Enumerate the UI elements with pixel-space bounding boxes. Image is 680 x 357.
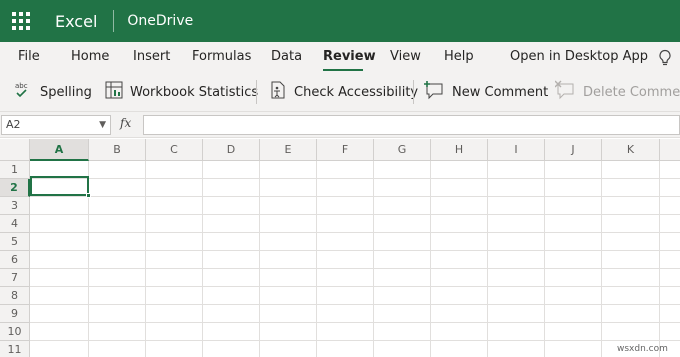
spelling-check-icon: abc [14,80,34,104]
check-accessibility-button[interactable]: Check Accessibility [268,80,419,104]
accessibility-check-icon [268,80,288,104]
row-header-4[interactable]: 4 [0,215,30,233]
check-accessibility-label: Check Accessibility [294,84,419,100]
column-header-i[interactable]: I [488,139,545,161]
gridline [30,304,680,305]
name-box[interactable]: A2 ▼ [1,115,111,135]
open-in-desktop-app-button[interactable]: Open in Desktop App [510,49,648,64]
column-header-h[interactable]: H [431,139,488,161]
select-all-corner[interactable] [0,139,30,161]
column-header-overflow [660,139,680,161]
column-header-f[interactable]: F [317,139,374,161]
gridline [430,161,431,357]
active-tab-indicator [323,69,363,71]
tab-help[interactable]: Help [444,49,474,64]
gridline [601,161,602,357]
column-header-j[interactable]: J [545,139,602,161]
gridline [30,178,680,179]
app-name[interactable]: Excel [55,12,97,31]
gridline [544,161,545,357]
new-comment-label: New Comment [452,84,549,100]
gridline [30,322,680,323]
gridline [202,161,203,357]
active-cell-a2[interactable] [30,176,91,198]
tab-data[interactable]: Data [271,49,302,64]
tab-file[interactable]: File [18,49,40,64]
row-header-1[interactable]: 1 [0,161,30,179]
gridline [30,340,680,341]
tab-home[interactable]: Home [71,49,109,64]
workbook-statistics-button[interactable]: Workbook Statistics [104,80,259,104]
column-header-e[interactable]: E [260,139,317,161]
svg-text:abc: abc [15,82,28,90]
gridline [30,232,680,233]
gridline [30,286,680,287]
spreadsheet-grid[interactable]: A B C D E F G H I J K 1 2 3 4 5 6 7 8 9 … [0,139,680,357]
ribbon-toolbar: abc Spelling Workbook Statistics Check A… [0,72,680,112]
gridline [659,161,660,357]
column-header-d[interactable]: D [203,139,260,161]
tab-insert[interactable]: Insert [133,49,170,64]
watermark-text: wsxdn.com [617,344,668,354]
column-header-g[interactable]: G [374,139,431,161]
row-header-8[interactable]: 8 [0,287,30,305]
gridline [30,196,680,197]
gridline [30,250,680,251]
tab-view[interactable]: View [390,49,421,64]
formula-bar: A2 ▼ fx [0,112,680,138]
new-comment-icon [424,80,446,104]
spelling-button[interactable]: abc Spelling [14,82,92,102]
gridline [30,268,680,269]
gridline [487,161,488,357]
document-location[interactable]: OneDrive [127,13,193,29]
row-header-2[interactable]: 2 [0,179,30,197]
column-header-c[interactable]: C [146,139,203,161]
column-header-k[interactable]: K [602,139,660,161]
row-header-11[interactable]: 11 [0,341,30,357]
row-header-9[interactable]: 9 [0,305,30,323]
gridline [316,161,317,357]
formula-input[interactable] [143,115,680,135]
app-launcher-button[interactable] [0,0,42,42]
column-header-a[interactable]: A [30,139,89,161]
row-header-3[interactable]: 3 [0,197,30,215]
delete-comment-icon [554,80,577,104]
column-header-b[interactable]: B [89,139,146,161]
title-bar: Excel OneDrive [0,0,680,42]
row-header-5[interactable]: 5 [0,233,30,251]
spelling-label: Spelling [40,84,92,100]
workbook-statistics-icon [104,80,124,104]
delete-comment-button[interactable]: Delete Comment [554,80,680,104]
chevron-down-icon[interactable]: ▼ [99,120,106,130]
ribbon-divider [256,80,257,104]
new-comment-button[interactable]: New Comment [424,80,549,104]
name-box-value: A2 [6,118,21,131]
menu-bar: File Home Insert Formulas Data Review Vi… [0,42,680,72]
ribbon-divider [413,80,414,104]
row-header-7[interactable]: 7 [0,269,30,287]
lightbulb-icon[interactable] [658,49,672,67]
delete-comment-label: Delete Comment [583,84,680,100]
fill-handle[interactable] [86,193,91,198]
tab-formulas[interactable]: Formulas [192,49,251,64]
workbook-statistics-label: Workbook Statistics [130,84,259,100]
title-divider [113,10,115,32]
gridline [259,161,260,357]
gridline [373,161,374,357]
tab-review[interactable]: Review [323,49,376,64]
row-header-10[interactable]: 10 [0,323,30,341]
gridline [30,214,680,215]
insert-function-icon[interactable]: fx [120,116,131,130]
gridline [145,161,146,357]
waffle-icon [12,12,30,30]
row-header-6[interactable]: 6 [0,251,30,269]
